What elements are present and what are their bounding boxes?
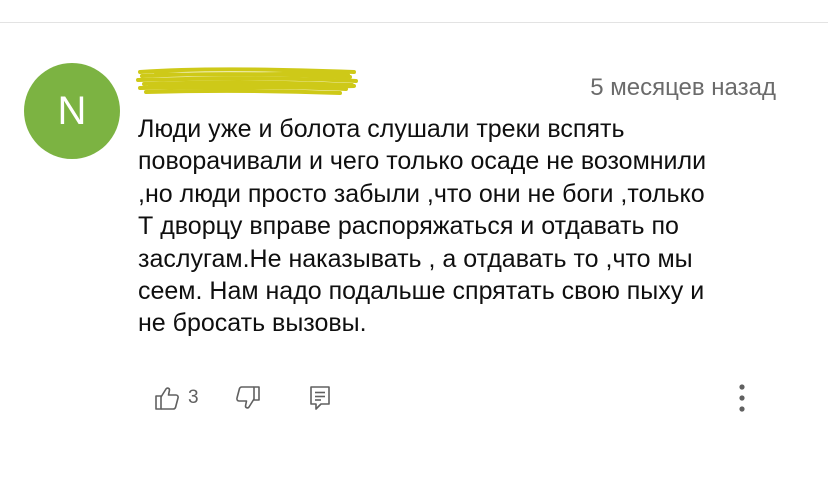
comment-line: заслугам.Не наказывать , а отдавать то ,…: [138, 244, 693, 273]
like-button[interactable]: 3: [154, 385, 199, 411]
thumb-down-icon: [235, 386, 260, 409]
comment-line: Т дворцу вправе распоряжаться и отдавать…: [138, 212, 679, 241]
reply-icon: [309, 386, 330, 410]
avatar[interactable]: N: [24, 63, 120, 159]
comment-text: Люди уже и болота слушали треки вспять п…: [138, 113, 788, 340]
dislike-button[interactable]: [235, 385, 261, 411]
comment-timestamp[interactable]: 5 месяцев назад: [590, 74, 776, 102]
comment-card: N 5 месяцев назад Люди уже и болота слуш…: [0, 0, 828, 482]
redaction-scribble: [136, 67, 358, 95]
avatar-letter: N: [57, 89, 87, 133]
author-name-redacted[interactable]: [136, 66, 358, 96]
reply-button[interactable]: [309, 385, 331, 411]
thumb-up-icon: [155, 387, 179, 410]
more-vertical-icon: [739, 384, 745, 412]
like-count: 3: [188, 387, 199, 408]
comment-line: сеем. Нам надо подальше спрятать свою пы…: [138, 277, 705, 306]
comment-line: ,но люди просто забыли ,что они не боги …: [138, 179, 705, 208]
divider: [0, 22, 828, 23]
comment-actions: 3: [154, 381, 331, 415]
comment-line: не бросать вызовы.: [138, 309, 367, 338]
more-options-button[interactable]: [732, 380, 752, 416]
comment-line: Люди уже и болота слушали треки вспять: [138, 115, 625, 143]
comment-line: поворачивали и чего только осаде не возо…: [138, 147, 707, 176]
